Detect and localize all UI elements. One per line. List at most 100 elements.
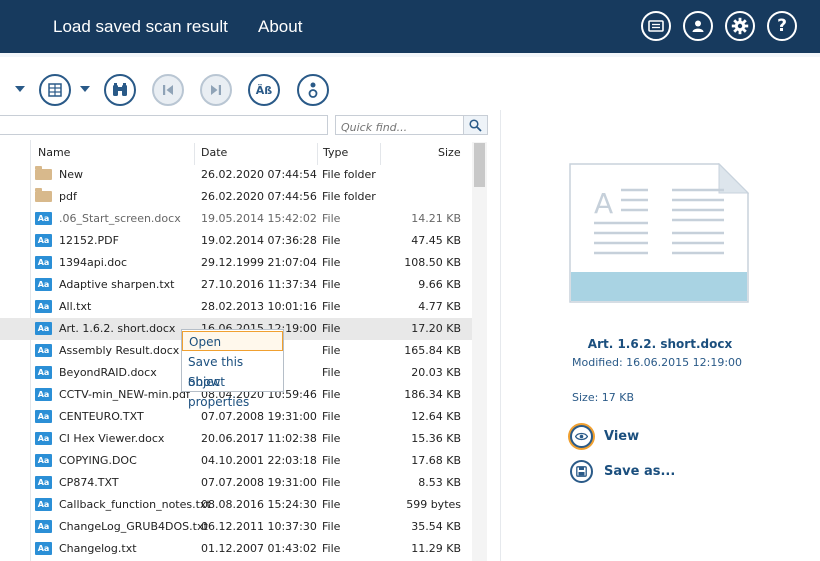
table-row[interactable]: Aa COPYING.DOC 04.10.2001 22:03:18 File 17.6… xyxy=(31,450,472,472)
file-name: ChangeLog_GRUB4DOS.txt xyxy=(59,520,208,533)
table-row[interactable]: Aa CENTEURO.TXT 07.07.2008 19:31:00 File 12.… xyxy=(31,406,472,428)
file-icon: Aa xyxy=(35,432,52,445)
file-type: File xyxy=(322,344,341,357)
path-field[interactable] xyxy=(0,115,328,135)
column-header-name[interactable]: Name xyxy=(38,146,70,159)
file-name: 12152.PDF xyxy=(59,234,119,247)
file-size: 165.84 KB xyxy=(404,344,461,357)
file-date: 26.02.2020 07:44:56 xyxy=(201,190,317,203)
file-size: 11.29 KB xyxy=(411,542,461,555)
file-name: pdf xyxy=(59,190,77,203)
file-size: 4.77 KB xyxy=(418,300,461,313)
table-row[interactable]: New 26.02.2020 07:44:54 File folder xyxy=(31,164,472,186)
find-previous-button[interactable] xyxy=(152,74,184,106)
file-date: 26.02.2020 07:44:54 xyxy=(201,168,317,181)
file-date: 27.10.2016 11:37:34 xyxy=(201,278,317,291)
find-next-button[interactable] xyxy=(200,74,232,106)
layout-dropdown-arrow-icon[interactable] xyxy=(80,86,90,92)
file-type: File xyxy=(322,388,341,401)
context-menu: Open Save this object Show properties xyxy=(181,329,284,409)
load-saved-scan-result-menu[interactable]: Load saved scan result xyxy=(53,0,228,53)
file-type: File xyxy=(322,432,341,445)
view-button[interactable]: View xyxy=(604,429,639,444)
scrollbar-thumb[interactable] xyxy=(474,143,485,187)
help-icon[interactable]: ? xyxy=(767,11,797,41)
file-icon: Aa xyxy=(35,542,52,555)
file-icon: Aa xyxy=(35,520,52,533)
file-date: 28.02.2013 10:01:16 xyxy=(201,300,317,313)
file-type: File xyxy=(322,212,341,225)
table-row[interactable]: Aa CP874.TXT 07.07.2008 19:31:00 File 8.53 K… xyxy=(31,472,472,494)
panel-divider xyxy=(500,110,501,561)
view-dropdown-arrow-icon[interactable] xyxy=(15,86,25,92)
file-size: 12.64 KB xyxy=(411,410,461,423)
drives-icon[interactable] xyxy=(641,11,671,41)
quick-find-field[interactable] xyxy=(335,115,464,137)
info-icon xyxy=(308,82,318,98)
preview-modified: Modified: 16.06.2015 12:19:00 xyxy=(572,356,743,369)
table-row[interactable]: Aa All.txt 28.02.2013 10:01:16 File 4.77 KB xyxy=(31,296,472,318)
file-icon: Aa xyxy=(35,322,52,335)
file-type: File xyxy=(322,278,341,291)
svg-text:A: A xyxy=(594,187,613,220)
file-type: File xyxy=(322,476,341,489)
table-row[interactable]: pdf 26.02.2020 07:44:56 File folder xyxy=(31,186,472,208)
encoding-button[interactable]: Äß xyxy=(248,74,280,106)
file-name: Art. 1.6.2. short.docx xyxy=(59,322,176,335)
table-row[interactable]: Aa Changelog.txt 01.12.2007 01:43:02 File 11… xyxy=(31,538,472,560)
table-row[interactable]: Aa CI Hex Viewer.docx 20.06.2017 11:02:38 F… xyxy=(31,428,472,450)
column-header-size[interactable]: Size xyxy=(438,146,461,159)
user-icon[interactable] xyxy=(683,11,713,41)
table-row[interactable]: Aa 1394api.doc 29.12.1999 21:07:04 File 108.… xyxy=(31,252,472,274)
quick-find-button[interactable] xyxy=(463,115,488,135)
table-row[interactable]: Aa .06_Start_screen.docx 19.05.2014 15:42:… xyxy=(31,208,472,230)
file-icon: Aa xyxy=(35,476,52,489)
context-show-properties[interactable]: Show properties xyxy=(182,372,283,409)
save-as-button[interactable]: Save as... xyxy=(604,464,675,479)
preview-size: Size: 17 KB xyxy=(572,391,635,404)
column-header-date[interactable]: Date xyxy=(201,146,227,159)
file-name: Changelog.txt xyxy=(59,542,137,555)
file-icon: Aa xyxy=(35,410,52,423)
file-name: 1394api.doc xyxy=(59,256,128,269)
file-type: File xyxy=(322,234,341,247)
column-separator xyxy=(317,143,318,165)
gear-icon[interactable] xyxy=(725,11,755,41)
file-name: Adaptive sharpen.txt xyxy=(59,278,175,291)
find-next-icon xyxy=(211,85,221,95)
column-header-type[interactable]: Type xyxy=(323,146,348,159)
quick-find-input[interactable] xyxy=(339,118,463,137)
view-icon[interactable] xyxy=(570,425,593,448)
file-icon: Aa xyxy=(35,388,52,401)
vertical-scrollbar[interactable] xyxy=(472,142,487,561)
folder-icon xyxy=(35,166,52,180)
file-date: 01.12.2007 01:43:02 xyxy=(201,542,317,555)
info-button[interactable] xyxy=(297,74,329,106)
file-name: All.txt xyxy=(59,300,92,313)
table-row[interactable]: Aa Adaptive sharpen.txt 27.10.2016 11:37:3… xyxy=(31,274,472,296)
layout-grid-button[interactable] xyxy=(39,74,71,106)
find-button[interactable] xyxy=(104,74,136,106)
layout-grid-icon xyxy=(48,83,62,97)
table-row[interactable]: Aa 12152.PDF 19.02.2014 07:36:28 File 47.45 … xyxy=(31,230,472,252)
find-previous-icon xyxy=(163,85,173,95)
file-name: Callback_function_notes.txt xyxy=(59,498,211,511)
file-size: 8.53 KB xyxy=(418,476,461,489)
file-type: File xyxy=(322,366,341,379)
file-type: File xyxy=(322,410,341,423)
file-date: 04.10.2001 22:03:18 xyxy=(201,454,317,467)
context-open[interactable]: Open xyxy=(182,331,283,351)
save-icon[interactable] xyxy=(570,460,593,483)
preview-filename: Art. 1.6.2. short.docx xyxy=(587,337,733,351)
table-row[interactable]: Aa Callback_function_notes.txt 08.08.2016 … xyxy=(31,494,472,516)
toolbar-strip xyxy=(0,53,820,57)
file-type: File xyxy=(322,300,341,313)
file-size: 9.66 KB xyxy=(418,278,461,291)
table-row[interactable]: Aa ChangeLog_GRUB4DOS.txt 06.12.2011 10:37… xyxy=(31,516,472,538)
about-menu[interactable]: About xyxy=(258,0,302,53)
file-icon: Aa xyxy=(35,300,52,313)
selected-row-extension xyxy=(0,318,31,340)
context-save-this-object[interactable]: Save this object xyxy=(182,352,283,389)
file-type: File xyxy=(322,520,341,533)
binoculars-icon xyxy=(113,83,127,96)
